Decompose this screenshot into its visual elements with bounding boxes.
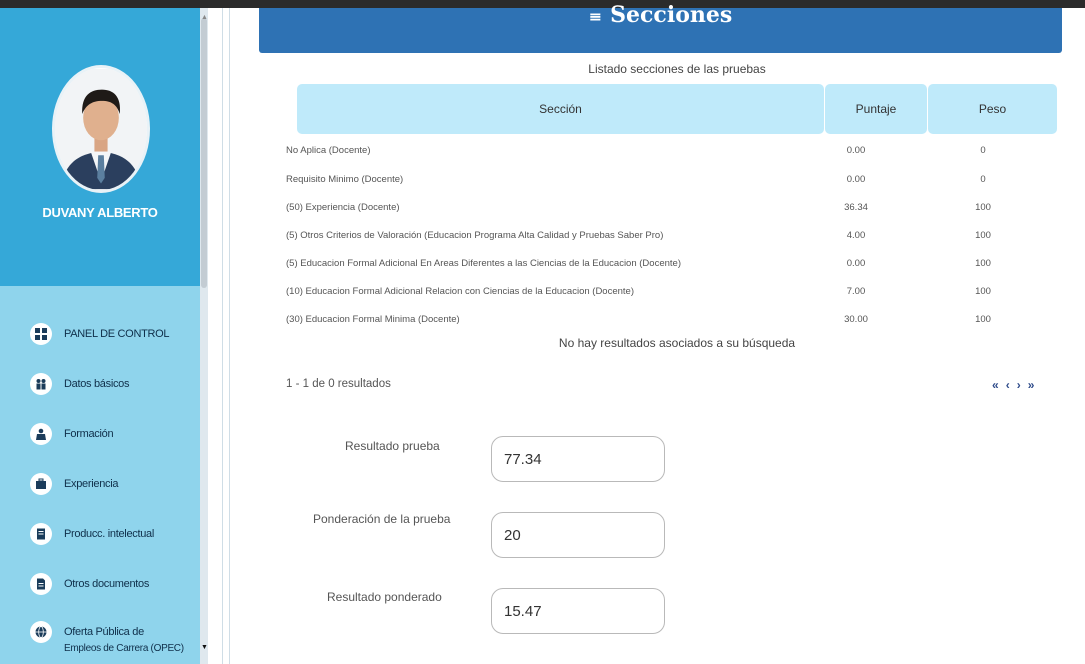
document-icon	[30, 573, 52, 595]
nav-item-experiencia[interactable]: Experiencia	[30, 469, 118, 499]
resultado-ponderado-label: Resultado ponderado	[327, 590, 442, 604]
table-caption: Listado secciones de las pruebas	[588, 62, 766, 76]
section-header: ≡ Secciones	[259, 2, 1062, 53]
resultado-ponderado-field[interactable]	[491, 588, 665, 634]
table-row: Requisito Minimo (Docente) 0.00 0	[286, 174, 1066, 196]
nav-item-otros-documentos[interactable]: Otros documentos	[30, 569, 149, 599]
resultado-prueba-label: Resultado prueba	[345, 439, 440, 453]
cell-seccion: (30) Educacion Formal Minima (Docente)	[286, 314, 460, 325]
column-header-puntaje[interactable]: Puntaje	[825, 84, 927, 134]
profile-name: DUVANY ALBERTO	[42, 205, 158, 220]
cell-puntaje: 36.34	[844, 202, 868, 213]
scroll-down-arrow-icon[interactable]: ▼	[201, 644, 208, 651]
table-row: (30) Educacion Formal Minima (Docente) 3…	[286, 314, 1066, 336]
cell-puntaje: 0.00	[846, 258, 866, 269]
pager: « ‹ › »	[992, 378, 1034, 392]
cell-puntaje: 30.00	[844, 314, 868, 325]
nav-item-datos-basicos[interactable]: Datos básicos	[30, 369, 130, 399]
avatar	[52, 65, 150, 193]
nav-label: Otros documentos	[64, 578, 150, 590]
nav-item-producc-intelectual[interactable]: Producc. intelectual	[30, 519, 154, 549]
sidebar-scroll-thumb[interactable]	[201, 18, 207, 288]
sidebar: DUVANY ALBERTO PANEL DE CONTROL Datos bá…	[0, 8, 208, 664]
prev-page-button[interactable]: ‹	[1006, 378, 1010, 392]
divider	[229, 8, 230, 664]
nav-item-formacion[interactable]: Formación	[30, 419, 114, 449]
nav-label: Producc. intelectual	[64, 528, 154, 540]
cell-seccion: (50) Experiencia (Docente)	[286, 202, 400, 213]
nav-label: PANEL DE CONTROL	[64, 328, 170, 340]
nav-label: Oferta Pública de	[64, 626, 144, 638]
ponderacion-field[interactable]	[491, 512, 665, 558]
nav-label: Datos básicos	[64, 378, 130, 390]
cell-peso: 100	[975, 202, 991, 213]
column-header-seccion[interactable]: Sección	[297, 84, 824, 134]
first-page-button[interactable]: «	[992, 378, 999, 392]
cell-peso: 100	[975, 258, 991, 269]
nav-label: Experiencia	[64, 478, 119, 490]
cell-seccion: (10) Educacion Formal Adicional Relacion…	[286, 286, 634, 297]
resultado-prueba-field[interactable]	[491, 436, 665, 482]
ponderacion-label: Ponderación de la prueba	[313, 512, 451, 526]
cell-puntaje: 0.00	[846, 174, 866, 185]
page-title: ≡ Secciones	[588, 2, 733, 28]
cell-peso: 100	[975, 286, 991, 297]
column-header-peso[interactable]: Peso	[928, 84, 1057, 134]
users-icon	[30, 373, 52, 395]
cell-seccion: (5) Educacion Formal Adicional En Areas …	[286, 258, 681, 269]
cell-seccion: No Aplica (Docente)	[286, 145, 371, 156]
last-page-button[interactable]: »	[1028, 378, 1035, 392]
cell-peso: 100	[975, 230, 991, 241]
dashboard-icon	[30, 323, 52, 345]
table-row: (5) Educacion Formal Adicional En Areas …	[286, 258, 1066, 280]
nav-item-panel-de-control[interactable]: PANEL DE CONTROL	[30, 319, 170, 349]
cell-seccion: Requisito Minimo (Docente)	[286, 174, 404, 185]
cell-puntaje: 0.00	[846, 145, 866, 156]
cell-puntaje: 7.00	[846, 286, 866, 297]
nav-label-continued: Empleos de Carrera (OPEC)	[64, 643, 184, 654]
no-results-message: No hay resultados asociados a su búsqued…	[558, 336, 796, 350]
pagination-info: 1 - 1 de 0 resultados	[286, 378, 391, 390]
briefcase-icon	[30, 473, 52, 495]
avatar-photo	[55, 68, 147, 190]
table-row: No Aplica (Docente) 0.00 0	[286, 145, 1066, 167]
cell-peso: 0	[980, 145, 986, 156]
table-row: (10) Educacion Formal Adicional Relacion…	[286, 286, 1066, 308]
next-page-button[interactable]: ›	[1017, 378, 1021, 392]
cell-puntaje: 4.00	[846, 230, 866, 241]
globe-icon	[30, 621, 52, 643]
cell-seccion: (5) Otros Criterios de Valoración (Educa…	[286, 230, 664, 241]
graduate-icon	[30, 423, 52, 445]
cell-peso: 100	[975, 314, 991, 325]
table-row: (5) Otros Criterios de Valoración (Educa…	[286, 230, 1066, 252]
book-icon	[30, 523, 52, 545]
nav-label: Formación	[64, 428, 114, 440]
scroll-up-arrow-icon[interactable]: ▲	[201, 14, 208, 21]
table-row: (50) Experiencia (Docente) 36.34 100	[286, 202, 1066, 224]
divider	[222, 8, 223, 664]
cell-peso: 0	[980, 174, 986, 185]
menu-icon: ≡	[588, 7, 603, 26]
profile-panel: DUVANY ALBERTO	[0, 8, 200, 286]
